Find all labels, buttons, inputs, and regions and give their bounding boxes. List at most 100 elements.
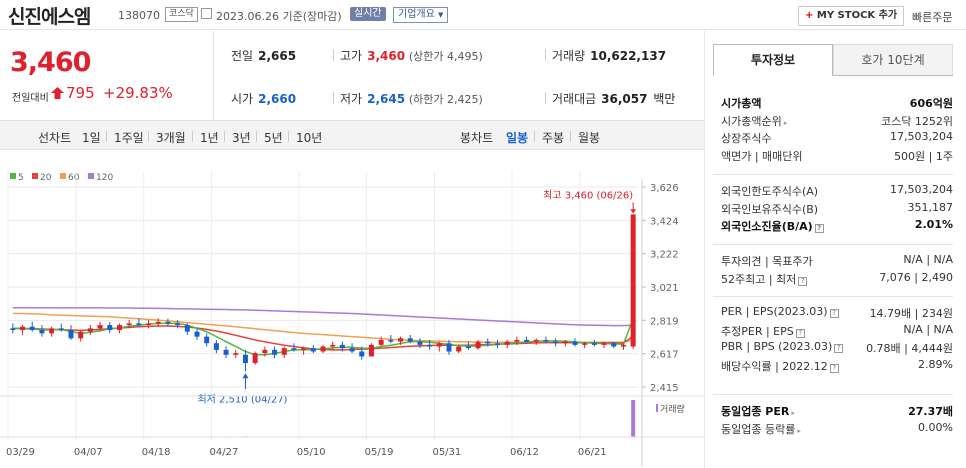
low-annotation: 최저 2,510 (04/27) xyxy=(197,393,287,405)
legend-label: 5 xyxy=(18,173,24,183)
help-icon[interactable]: ? xyxy=(829,363,839,373)
info-group: 투자의견 | 목표주가 N/A | N/A 52주최고 | 최저? 7,076 | 2… xyxy=(713,249,953,297)
help-icon[interactable]: ? xyxy=(814,224,824,233)
candle-body xyxy=(320,346,326,352)
info-row: 52주최고 | 최저? 7,076 | 2,490 xyxy=(713,271,953,287)
info-value: 14.79배 | 234원 xyxy=(869,307,953,320)
candle-body xyxy=(10,328,16,331)
x-tick-label: 04/18 xyxy=(142,447,171,458)
info-key[interactable]: 동일업종 PER ▸ xyxy=(721,403,795,419)
help-icon[interactable]: ? xyxy=(834,344,844,353)
info-key: 투자의견 | 목표주가 xyxy=(721,255,813,268)
period-5y[interactable]: 5년 xyxy=(264,129,283,146)
period-10y[interactable]: 10년 xyxy=(296,129,322,146)
info-key: 52주최고 | 최저? xyxy=(721,271,808,287)
info-key: 상장주식수 xyxy=(721,132,772,145)
period-3y[interactable]: 3년 xyxy=(232,129,251,146)
legend-label: 60 xyxy=(68,173,80,183)
candle-body xyxy=(310,348,316,352)
candle-body xyxy=(184,325,190,332)
candle-body xyxy=(368,344,374,357)
quick-order-link[interactable]: 빠른주문 xyxy=(912,9,952,25)
price-chart[interactable]: 5 20 60 120 3,626 3,424 3,222 3,021 2,819 2,617 2,… xyxy=(0,151,704,468)
info-group: 시가총액 606억원 시가총액순위 ▸ 코스닥 1252위 상장주식수 17,503,204… xyxy=(713,91,953,175)
x-tick-label: 05/19 xyxy=(365,447,394,458)
prev-close-value: 2,665 xyxy=(258,49,297,63)
info-row: 동일업종 PER ▸ 27.37배 xyxy=(713,403,953,419)
corp-info-dropdown[interactable]: 기업개요 ▼ xyxy=(393,7,449,23)
x-tick-label: 03/29 xyxy=(6,447,35,458)
candle-body xyxy=(456,346,462,352)
low-label: 저가 xyxy=(340,92,363,106)
open-label: 시가 xyxy=(231,92,254,106)
candle-body xyxy=(49,328,55,334)
period-3m[interactable]: 3개월 xyxy=(156,129,186,146)
high-label: 고가 xyxy=(340,49,363,63)
upper-limit-arrow-icon xyxy=(51,87,64,99)
candle-body xyxy=(39,330,45,334)
candle-body xyxy=(155,321,161,324)
info-value: 351,187 xyxy=(907,200,954,214)
y-tick-label: 3,222 xyxy=(650,250,679,261)
tab-hoga-10[interactable]: 호가 10단계 xyxy=(833,44,953,76)
candle-body xyxy=(494,343,500,345)
info-key: PBR | BPS (2023.03)? xyxy=(721,340,844,353)
info-value: 7,076 | 2,490 xyxy=(879,270,953,284)
period-1d[interactable]: 1일 xyxy=(82,129,101,146)
candle-body xyxy=(330,344,336,347)
y-tick-label: 3,424 xyxy=(650,216,679,227)
ma60-line xyxy=(12,312,634,344)
candle-body xyxy=(339,344,345,349)
x-tick-label: 06/12 xyxy=(510,447,539,458)
help-icon[interactable]: ? xyxy=(795,328,805,338)
low-price: 저가 2,645 (하한가 2,425) xyxy=(333,90,483,107)
period-monthly[interactable]: 월봉 xyxy=(578,129,600,146)
candle-body xyxy=(524,339,530,342)
volume: 거래량 10,622,137 xyxy=(545,47,666,64)
candle-body xyxy=(378,339,384,345)
candle-body xyxy=(417,341,423,345)
y-tick-label: 3,021 xyxy=(650,283,679,294)
legend-swatch xyxy=(10,173,16,179)
period-daily[interactable]: 일봉 xyxy=(506,129,528,146)
info-row: 배당수익률 | 2022.12? 2.89% xyxy=(713,358,953,374)
candle-body xyxy=(272,349,278,355)
period-1y[interactable]: 1년 xyxy=(200,129,219,146)
info-row: 시가총액 606억원 xyxy=(713,95,953,111)
help-icon[interactable]: ? xyxy=(829,309,839,318)
candle-body xyxy=(533,339,539,342)
candle-body xyxy=(572,341,578,345)
info-key: PER | EPS(2023.03)? xyxy=(721,305,839,318)
info-value: 606억원 xyxy=(909,97,953,110)
change-rate: +29.83% xyxy=(103,84,173,102)
y-tick-label: 3,626 xyxy=(650,183,679,194)
info-key[interactable]: 시가총액순위 ▸ xyxy=(721,113,787,129)
stock-header: 신진에스엠 138070 코스닥 2023.06.26 기준(장마감) 실시간 … xyxy=(0,0,966,30)
x-tick-label: 04/27 xyxy=(210,447,239,458)
candle-body xyxy=(446,343,452,352)
info-key[interactable]: 동일업종 등락률 ▸ xyxy=(721,421,801,437)
realtime-button[interactable]: 실시간 xyxy=(350,7,386,21)
period-1w[interactable]: 1주일 xyxy=(114,129,144,146)
candle-body xyxy=(562,341,568,344)
info-key: 시가총액 xyxy=(721,97,762,110)
candle-body xyxy=(146,323,152,326)
legend-swatch xyxy=(88,173,94,179)
chevron-right-icon: ▸ xyxy=(797,426,801,435)
add-my-stock-button[interactable]: + MY STOCK 추가 xyxy=(798,6,905,26)
info-row: 투자의견 | 목표주가 N/A | N/A xyxy=(713,253,953,269)
candle-body xyxy=(504,341,510,345)
info-row: PBR | BPS (2023.03)? 0.78배 | 4,444원 xyxy=(713,340,953,356)
low-value: 2,645 xyxy=(367,92,406,106)
candle-body xyxy=(165,321,171,324)
info-value: 17,503,204 xyxy=(890,183,953,196)
help-icon[interactable]: ? xyxy=(798,276,808,286)
candle-body xyxy=(601,343,607,345)
tab-investment-info[interactable]: 투자정보 xyxy=(713,44,833,76)
legend-label: 120 xyxy=(96,173,113,183)
info-value: N/A | N/A xyxy=(903,253,953,266)
candle-body xyxy=(126,323,132,326)
info-row: 상장주식수 17,503,204 xyxy=(713,130,953,146)
period-weekly[interactable]: 주봉 xyxy=(542,129,564,146)
corp-info-label: 기업개요 xyxy=(398,9,435,20)
